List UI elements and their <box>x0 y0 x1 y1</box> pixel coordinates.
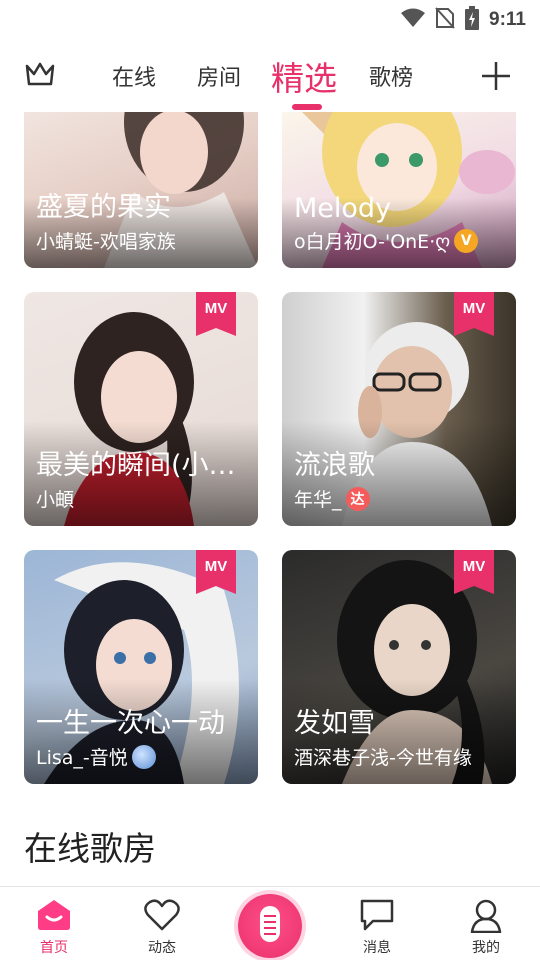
bottom-tab-home[interactable]: 首页 <box>14 887 94 960</box>
bottom-tab-label: 消息 <box>363 940 391 956</box>
bottom-tab-label: 首页 <box>40 940 68 956</box>
tab-charts[interactable]: 歌榜 <box>369 60 413 92</box>
section-title: 在线歌房 <box>24 829 156 868</box>
song-title: 发如雪 <box>294 708 375 739</box>
gem-badge-icon <box>131 744 156 769</box>
active-tab-indicator <box>292 104 322 110</box>
verified-badge-icon: V <box>454 228 479 253</box>
microphone-icon <box>260 906 280 942</box>
song-author: 年华_ 达 <box>294 485 506 512</box>
song-author: 小蜻蜓-欢唱家族 <box>36 231 176 253</box>
bottom-tab-messages[interactable]: 消息 <box>337 887 417 960</box>
bottom-tab-profile[interactable]: 我的 <box>446 887 526 960</box>
sing-mic-button[interactable] <box>238 894 302 958</box>
bottom-tab-feed[interactable]: 动态 <box>122 887 202 960</box>
tab-featured[interactable]: 精选 <box>271 52 337 100</box>
bottom-tab-label: 动态 <box>148 940 176 956</box>
profile-icon <box>470 899 502 933</box>
battery-charging-icon <box>465 6 480 34</box>
song-title: Melody <box>294 193 392 224</box>
song-card[interactable]: MV 一生一次心一动 Lisa_-音悦 <box>24 550 258 784</box>
tab-online[interactable]: 在线 <box>112 60 156 92</box>
song-title: 最美的瞬间(小阿... <box>36 450 248 481</box>
top-nav: 在线 房间 精选 歌榜 <box>0 48 540 110</box>
song-author: o白月初O-'OnE·ღ V <box>294 227 506 254</box>
status-bar: 9:11 <box>0 0 540 36</box>
song-author: 小頔 <box>36 489 75 511</box>
mv-badge: MV <box>454 550 494 594</box>
song-title: 盛夏的果实 <box>36 192 171 223</box>
mv-badge: MV <box>454 292 494 336</box>
song-card[interactable]: Melody o白月初O-'OnE·ღ V <box>282 112 516 268</box>
song-card[interactable]: MV 最美的瞬间(小阿... 小頔 <box>24 292 258 526</box>
plus-icon[interactable] <box>480 60 512 92</box>
song-author: 酒深巷子浅-今世有缘 <box>294 747 472 769</box>
home-icon <box>38 900 70 930</box>
song-title: 流浪歌 <box>294 450 375 481</box>
wifi-icon <box>401 8 426 32</box>
song-card[interactable]: 盛夏的果实 小蜻蜓-欢唱家族 <box>24 112 258 268</box>
message-icon <box>360 899 394 931</box>
crown-icon[interactable] <box>24 60 56 88</box>
clock: 9:11 <box>489 9 526 30</box>
song-author: Lisa_-音悦 <box>36 743 248 770</box>
bottom-tab-label: 我的 <box>472 940 500 956</box>
tab-rooms[interactable]: 房间 <box>197 60 241 92</box>
no-sim-icon <box>435 7 455 33</box>
mv-badge: MV <box>196 292 236 336</box>
heart-icon <box>144 899 180 931</box>
song-card[interactable]: MV 发如雪 酒深巷子浅-今世有缘 <box>282 550 516 784</box>
talent-badge-icon: 达 <box>345 486 370 511</box>
mv-badge: MV <box>196 550 236 594</box>
song-card[interactable]: MV 流浪歌 年华_ 达 <box>282 292 516 526</box>
song-title: 一生一次心一动 <box>36 708 225 739</box>
